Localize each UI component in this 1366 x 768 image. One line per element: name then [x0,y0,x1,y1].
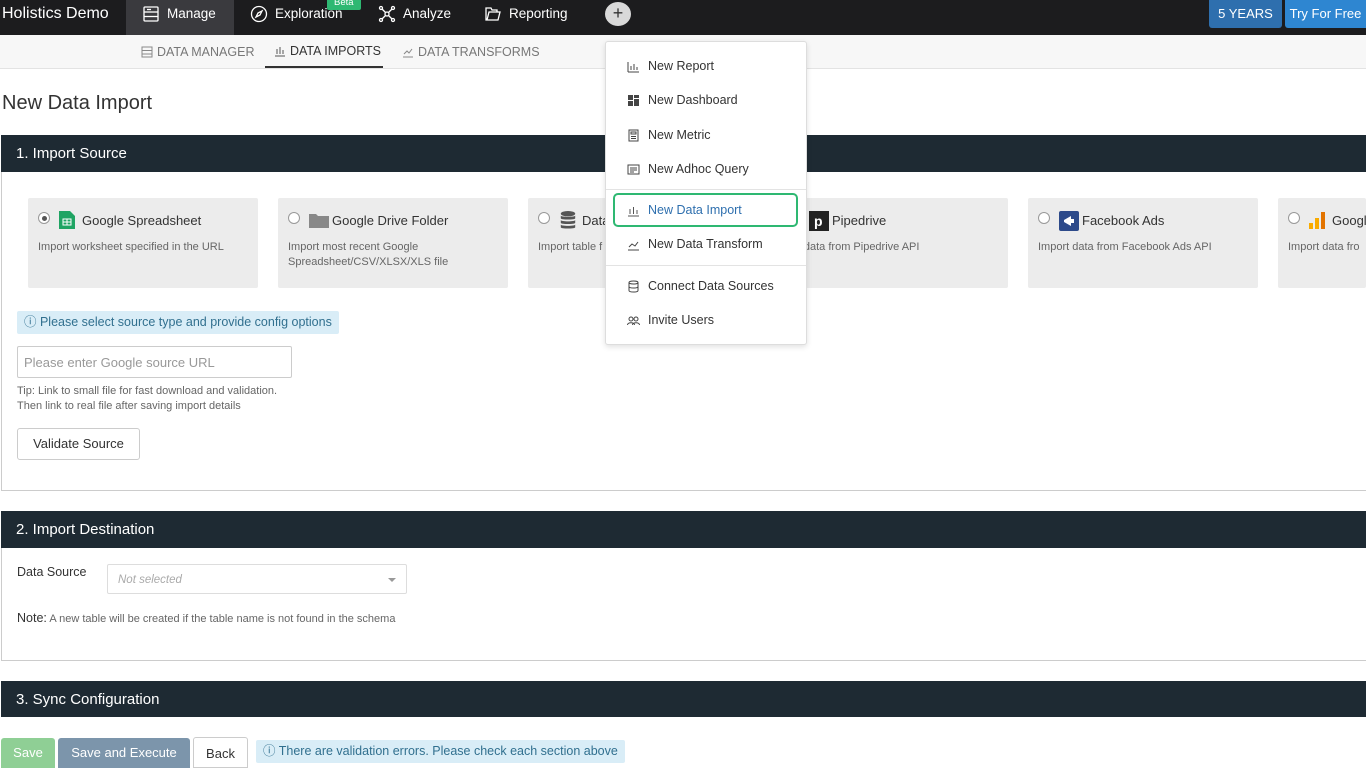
data-source-select[interactable]: Not selected [107,564,407,594]
source-card-google-spreadsheet[interactable]: Google Spreadsheet Import worksheet spec… [28,198,258,288]
url-tip: Tip: Link to small file for fast downloa… [17,384,277,414]
data-manager-icon [141,46,153,57]
users-icon [627,316,640,325]
compass-icon [250,5,268,22]
analyze-icon [378,5,396,22]
source-card-pipedrive[interactable]: p Pipedrive ort data from Pipedrive API [778,198,1008,288]
create-new-button[interactable]: + [605,2,631,26]
brand-logo[interactable]: Holistics Demo [2,0,109,35]
menu-item-new-metric[interactable]: New Metric [606,121,806,149]
tab-data-transforms[interactable]: Data Transforms [402,35,540,68]
google-source-url-input[interactable] [17,346,292,378]
beta-badge: Beta [327,0,361,10]
import-destination-header[interactable]: 2. Import Destination [1,511,1366,548]
source-desc: Import data from Facebook Ads API [1038,241,1212,253]
source-name: Google Drive Folder [332,213,449,228]
nav-reporting-label: Reporting [509,6,568,21]
tab-data-imports-label: Data Imports [290,43,381,58]
validation-error-message: ⓘ There are validation errors. Please ch… [256,740,625,763]
source-name: Facebook Ads [1082,213,1165,228]
pipedrive-icon: p [809,211,829,231]
menu-divider [606,189,806,190]
menu-item-label: New Adhoc Query [648,162,749,176]
menu-item-label: New Metric [648,128,711,142]
database-icon [628,280,639,292]
menu-item-new-dashboard[interactable]: New Dashboard [606,86,806,114]
source-radio[interactable] [38,212,50,224]
try-for-free-button[interactable]: Try For Free [1285,0,1366,28]
chevron-down-icon [388,578,396,582]
source-desc: Import worksheet specified in the URL [38,241,224,253]
menu-divider [606,265,806,266]
data-source-select-value: Not selected [118,574,182,586]
menu-item-label: New Dashboard [648,93,738,107]
source-desc: Import data fro [1288,241,1360,253]
query-icon [627,164,640,174]
data-import-icon [275,46,285,56]
back-button[interactable]: Back [193,737,248,768]
save-button[interactable]: Save [1,738,55,768]
years-button[interactable]: 5 YEARS [1209,0,1282,28]
menu-item-new-adhoc-query[interactable]: New Adhoc Query [606,155,806,183]
bar-chart-icon [627,61,639,72]
create-new-dropdown: New Report New Dashboard New Metric New … [605,41,807,345]
menu-item-invite-users[interactable]: Invite Users [606,306,806,334]
menu-item-label: New Data Import [648,203,742,217]
tab-data-transforms-label: Data Transforms [418,44,540,59]
tab-data-manager[interactable]: Data Manager [141,35,254,68]
data-import-icon [628,206,639,216]
tab-data-manager-label: Data Manager [157,44,255,59]
note-label: Note: [17,611,47,625]
menu-item-connect-data-sources[interactable]: Connect Data Sources [606,272,806,300]
menu-item-new-data-transform[interactable]: New Data Transform [606,230,806,258]
manage-icon [143,5,159,22]
folder-icon [309,214,329,228]
source-name: Pipedrive [832,213,887,228]
menu-item-label: Connect Data Sources [648,279,774,293]
nav-manage[interactable]: Manage [126,0,234,35]
sync-configuration-header[interactable]: 3. Sync Configuration [1,681,1366,717]
nav-manage-label: Manage [167,6,216,21]
validate-source-button[interactable]: Validate Source [17,428,140,460]
facebook-ads-icon [1059,211,1079,231]
nav-reporting[interactable]: Reporting [484,0,568,35]
source-radio[interactable] [288,212,300,224]
data-transform-icon [628,241,639,250]
menu-item-label: Invite Users [648,313,714,327]
destination-note: Note: A new table will be created if the… [17,611,395,625]
top-navbar: Holistics Demo Manage Exploration Beta A… [0,0,1366,35]
menu-item-label: New Report [648,59,714,73]
note-text: A new table will be created if the table… [46,613,396,625]
save-and-execute-button[interactable]: Save and Execute [58,738,190,768]
data-transform-icon [403,48,413,57]
source-card-facebook-ads[interactable]: Facebook Ads Import data from Facebook A… [1028,198,1258,288]
source-radio[interactable] [1288,212,1300,224]
nav-analyze-label: Analyze [403,6,452,21]
url-tip-line-2: Then link to real file after saving impo… [17,400,241,412]
data-source-label: Data Source [17,565,87,579]
source-radio[interactable] [538,212,550,224]
menu-item-new-report[interactable]: New Report [606,52,806,80]
source-desc: Import most recent Google Spreadsheet/CS… [288,241,449,268]
database-icon [560,211,576,229]
dashboard-icon [628,94,639,106]
source-desc: ort data from Pipedrive API [788,241,920,253]
source-info-message: ⓘ Please select source type and provide … [17,311,339,334]
source-card-google-analytics[interactable]: Googl Import data fro [1278,198,1366,288]
source-name: Googl [1332,213,1366,228]
menu-item-label: New Data Transform [648,237,763,251]
source-radio[interactable] [1038,212,1050,224]
menu-item-new-data-import[interactable]: New Data Import [613,193,798,227]
url-tip-line-1: Tip: Link to small file for fast downloa… [17,385,278,397]
google-analytics-icon [1309,212,1325,229]
svg-text:p: p [814,213,823,229]
source-card-google-drive-folder[interactable]: Google Drive Folder Import most recent G… [278,198,508,288]
google-sheets-icon [59,211,75,229]
source-name: Google Spreadsheet [82,213,202,228]
page-title: New Data Import [2,92,153,114]
calculator-icon [628,129,639,141]
tab-data-imports[interactable]: Data Imports [265,35,383,68]
folder-icon [485,6,501,21]
nav-analyze[interactable]: Analyze [378,0,451,35]
